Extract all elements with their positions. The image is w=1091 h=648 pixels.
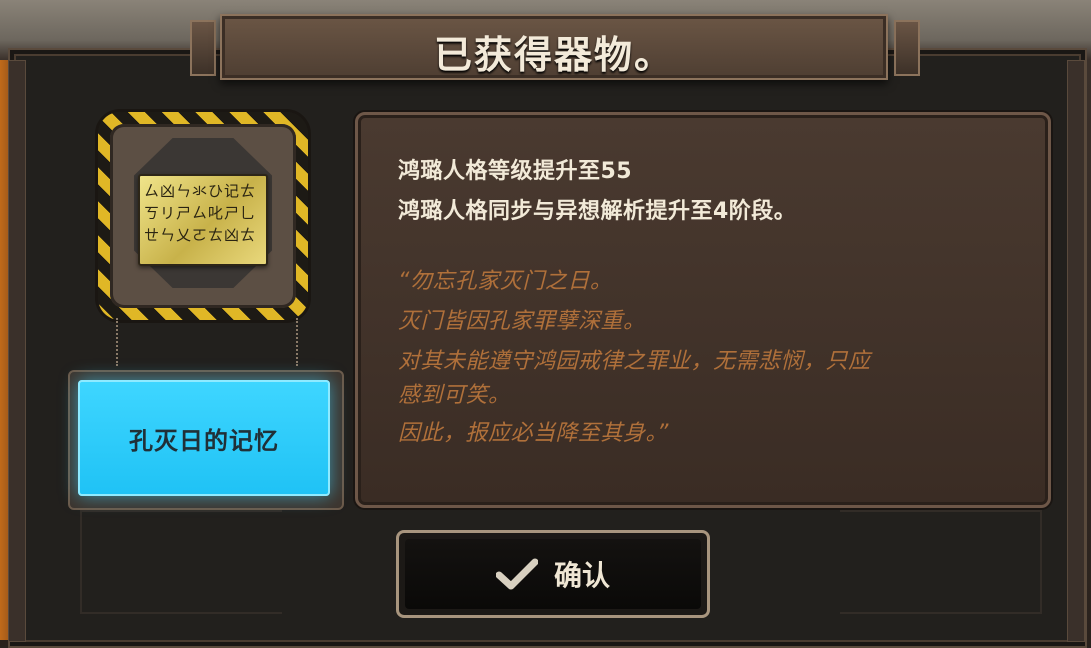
description-panel: 鸿璐人格等级提升至55 鸿璐人格同步与异想解析提升至4阶段。 “勿忘孔家灭门之日…: [355, 112, 1051, 508]
quote-line: 对其未能遵守鸿园戒律之罪业，无需悲悯，只应: [398, 349, 871, 374]
frame-decoration-right: [840, 510, 1042, 614]
title-cap-left: [190, 20, 216, 76]
confirm-button[interactable]: 确认: [405, 539, 701, 609]
tablet-line: ㄎリㄕㄙ叱ㄕ乚: [144, 204, 257, 222]
confirm-button-frame: 确认: [396, 530, 710, 618]
tablet-line: ㄙ凶ㄣ氺ひ记ㄊ: [144, 182, 257, 200]
checkmark-icon: [495, 558, 538, 590]
item-name-plate: 孔灭日的记忆: [68, 370, 344, 510]
dialog-title: 已获得器物。: [433, 33, 674, 77]
quote-line: 感到可笑。: [398, 383, 511, 408]
frame-side-left: [8, 60, 26, 642]
title-plate: 已获得器物。: [220, 14, 888, 80]
item-name: 孔灭日的记忆: [129, 426, 279, 455]
quote-line: “勿忘孔家灭门之日。: [398, 269, 613, 294]
tablet-line: ㄝㄣ乂ㄛㄊ凶ㄊ: [144, 226, 257, 244]
item-icon-frame: ㄙ凶ㄣ氺ひ记ㄊ ㄎリㄕㄙ叱ㄕ乚 ㄝㄣ乂ㄛㄊ凶ㄊ: [98, 112, 308, 320]
description-line-sync: 鸿璐人格同步与异想解析提升至4阶段。: [398, 199, 797, 224]
description-line-level: 鸿璐人格等级提升至55: [398, 159, 633, 184]
chain-left: [116, 318, 128, 366]
item-name-button[interactable]: 孔灭日的记忆: [78, 380, 330, 496]
chain-right: [296, 318, 308, 366]
frame-decoration-left: [80, 510, 282, 614]
quote-line: 因此，报应必当降至其身。”: [398, 421, 669, 446]
quote-line: 灭门皆因孔家罪孽深重。: [398, 309, 646, 334]
confirm-label: 确认: [553, 559, 610, 592]
stone-tablet-icon: ㄙ凶ㄣ氺ひ记ㄊ ㄎリㄕㄙ叱ㄕ乚 ㄝㄣ乂ㄛㄊ凶ㄊ: [138, 174, 268, 266]
title-cap-right: [894, 20, 920, 76]
item-icon-inner: ㄙ凶ㄣ氺ひ记ㄊ ㄎリㄕㄙ叱ㄕ乚 ㄝㄣ乂ㄛㄊ凶ㄊ: [110, 124, 296, 308]
frame-side-right: [1067, 60, 1085, 642]
